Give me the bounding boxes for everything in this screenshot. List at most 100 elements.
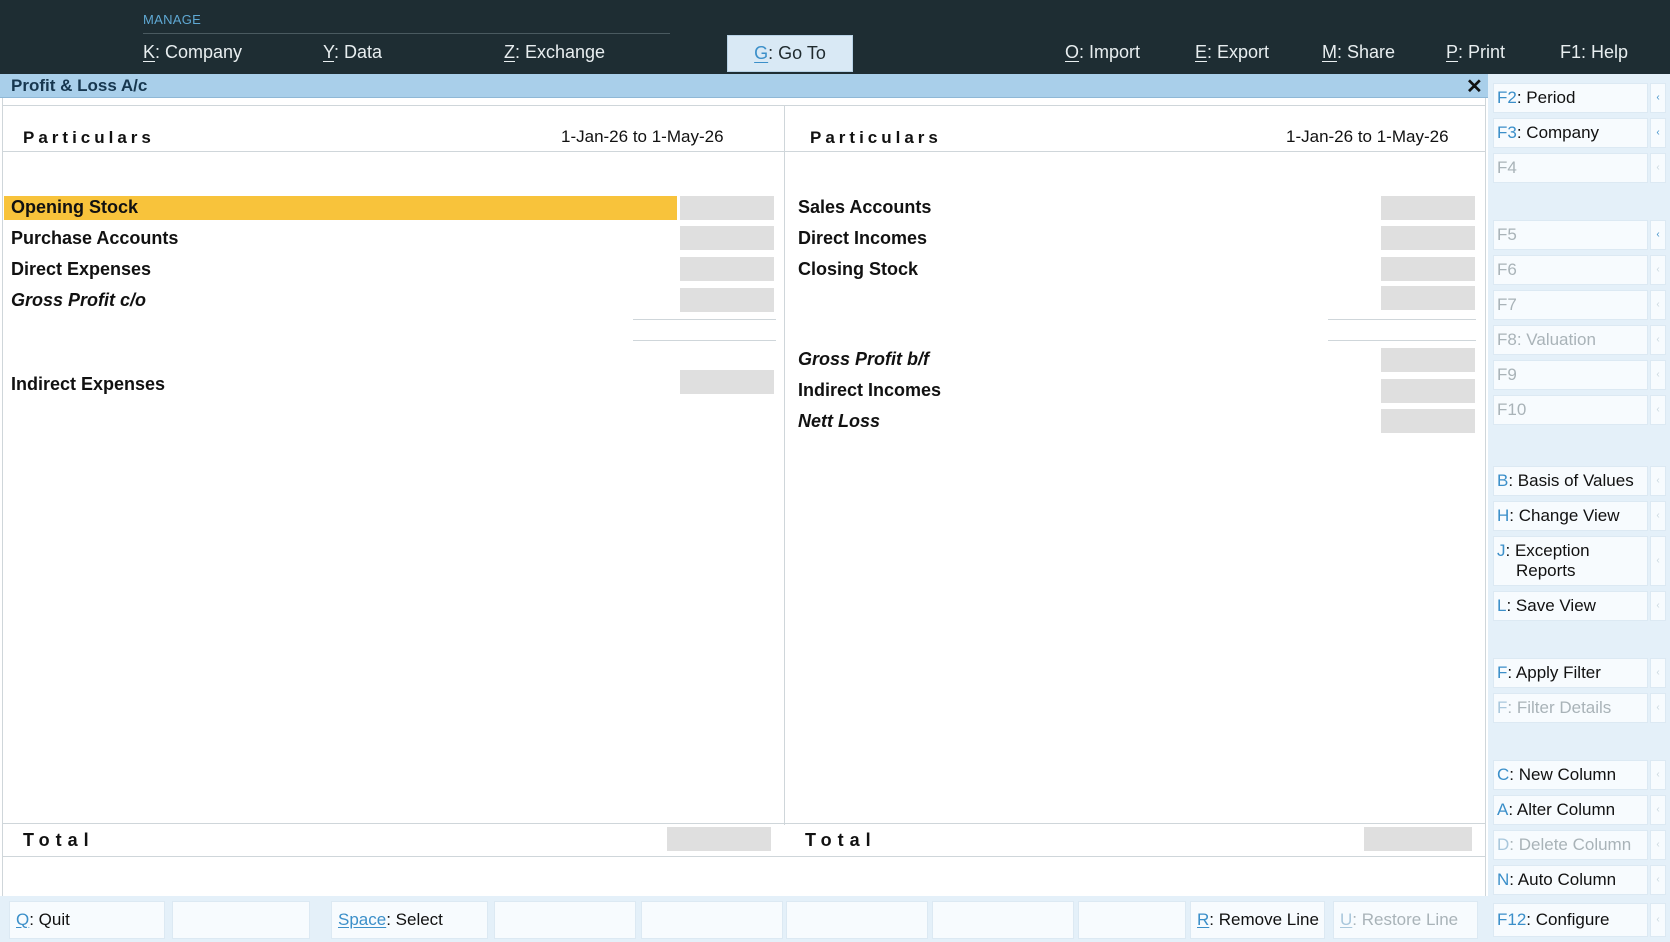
btn-key: H [1497, 506, 1510, 525]
chevron-left-icon: ‹ [1650, 591, 1666, 621]
column-divider [784, 105, 785, 825]
chevron-left-icon: ‹ [1650, 255, 1666, 285]
right-row-closing-stock[interactable]: Closing Stock [798, 259, 918, 280]
left-row-direct-expenses[interactable]: Direct Expenses [11, 259, 151, 280]
btn-key: J [1497, 541, 1506, 560]
menu-key: M [1322, 42, 1337, 62]
menu-label: : Company [155, 42, 243, 62]
menu-import[interactable]: O: Import [1065, 42, 1140, 63]
btn-key: F5 [1497, 225, 1517, 244]
btn-key: N [1497, 870, 1510, 889]
side-btn-new-column[interactable]: C: New Column [1493, 760, 1648, 790]
right-particulars-header: Particulars [810, 128, 942, 147]
select-button[interactable]: Space: Select [331, 901, 488, 939]
menu-key: Y [323, 42, 335, 62]
chevron-left-icon: ‹ [1650, 658, 1666, 688]
menu-label: : Import [1079, 42, 1141, 62]
chevron-left-icon: ‹ [1650, 501, 1666, 531]
right-total-label: Total [805, 830, 877, 850]
right-period: 1-Jan-26 to 1-May-26 [1286, 127, 1449, 146]
total-top-line [2, 823, 1486, 824]
chevron-left-icon: ‹ [1650, 290, 1666, 320]
side-btn-apply-filter[interactable]: F: Apply Filter [1493, 658, 1648, 688]
side-btn-company[interactable]: F3: Company [1493, 118, 1648, 148]
side-btn-f9[interactable]: F9 [1493, 360, 1648, 390]
side-btn-auto-column[interactable]: N: Auto Column [1493, 865, 1648, 895]
side-btn-f7[interactable]: F7 [1493, 290, 1648, 320]
empty-button-slot [1078, 901, 1186, 939]
btn-key: F3 [1497, 123, 1517, 142]
side-btn-exception-reports[interactable]: J: Exception Reports [1493, 536, 1648, 586]
restore-line-button[interactable]: U: Restore Line [1333, 901, 1478, 939]
side-btn-configure[interactable]: F12: Configure [1493, 903, 1648, 937]
right-row-nett-loss[interactable]: Nett Loss [798, 411, 880, 432]
value-cell [680, 257, 774, 281]
header-top-line [2, 105, 1486, 106]
btn-label: : Delete Column [1509, 835, 1632, 854]
btn-key: C [1497, 765, 1510, 784]
right-row-indirect-incomes[interactable]: Indirect Incomes [798, 380, 941, 401]
menu-print[interactable]: P: Print [1446, 42, 1505, 63]
menu-label: : Export [1207, 42, 1270, 62]
side-btn-f10[interactable]: F10 [1493, 395, 1648, 425]
menu-key: O [1065, 42, 1080, 62]
menu-data[interactable]: Y: Data [323, 42, 382, 63]
menu-help[interactable]: F1: Help [1560, 42, 1628, 63]
close-icon[interactable]: ✕ [1466, 74, 1483, 99]
menu-label: : Exchange [515, 42, 606, 62]
menu-share[interactable]: M: Share [1322, 42, 1395, 63]
chevron-left-icon: ‹ [1650, 153, 1666, 183]
chevron-left-icon: ‹ [1650, 693, 1666, 723]
menu-key: G [754, 43, 769, 63]
right-row-gross-profit-bf[interactable]: Gross Profit b/f [798, 349, 929, 370]
menu-exchange[interactable]: Z: Exchange [504, 42, 605, 63]
menu-label: : Data [334, 42, 383, 62]
btn-key: F12 [1497, 910, 1527, 929]
btn-key: F8 [1497, 330, 1517, 349]
total-bottom-line [2, 856, 1486, 857]
value-cell [680, 226, 774, 250]
btn-label: : Basis of Values [1508, 471, 1634, 490]
quit-button[interactable]: Q: Quit [9, 901, 165, 939]
side-btn-f6[interactable]: F6 [1493, 255, 1648, 285]
value-cell [680, 288, 774, 312]
left-row-opening-stock[interactable]: Opening Stock [11, 197, 138, 218]
chevron-left-icon: ‹ [1650, 395, 1666, 425]
left-period: 1-Jan-26 to 1-May-26 [561, 127, 724, 146]
menu-key: F1 [1560, 42, 1582, 62]
btn-label: : New Column [1509, 765, 1617, 784]
value-cell [1381, 196, 1475, 220]
side-btn-delete-column[interactable]: D: Delete Column [1493, 830, 1648, 860]
side-btn-change-view[interactable]: H: Change View [1493, 501, 1648, 531]
btn-key: F9 [1497, 365, 1517, 384]
menu-export[interactable]: E: Export [1195, 42, 1269, 63]
btn-key: F2 [1497, 88, 1517, 107]
left-row-gross-profit-co[interactable]: Gross Profit c/o [11, 290, 146, 311]
side-btn-save-view[interactable]: L: Save View [1493, 591, 1648, 621]
menu-goto-button[interactable]: G: Go To [727, 35, 853, 72]
chevron-left-icon: ‹ [1650, 760, 1666, 790]
chevron-left-icon: ‹ [1650, 830, 1666, 860]
right-row-direct-incomes[interactable]: Direct Incomes [798, 228, 927, 249]
side-btn-filter-details[interactable]: F: Filter Details [1493, 693, 1648, 723]
left-row-indirect-expenses[interactable]: Indirect Expenses [11, 374, 165, 395]
side-btn-valuation[interactable]: F8: Valuation [1493, 325, 1648, 355]
left-row-purchase-accounts[interactable]: Purchase Accounts [11, 228, 178, 249]
subtotal-line [633, 319, 776, 320]
side-btn-f4[interactable]: F4 [1493, 153, 1648, 183]
menu-key: P [1446, 42, 1459, 62]
menu-company[interactable]: K: Company [143, 42, 242, 63]
side-btn-f5[interactable]: F5 [1493, 220, 1648, 250]
menu-label: : Share [1337, 42, 1396, 62]
btn-key: F6 [1497, 260, 1517, 279]
value-cell [1381, 409, 1475, 433]
right-row-sales-accounts[interactable]: Sales Accounts [798, 197, 931, 218]
side-btn-period[interactable]: F2: Period [1493, 83, 1648, 113]
value-cell [1381, 226, 1475, 250]
btn-label: : Restore Line [1352, 910, 1459, 929]
side-btn-alter-column[interactable]: A: Alter Column [1493, 795, 1648, 825]
remove-line-button[interactable]: R: Remove Line [1190, 901, 1325, 939]
side-btn-basis-of-values[interactable]: B: Basis of Values [1493, 466, 1648, 496]
top-menu-bar: MANAGE K: Company Y: Data Z: Exchange G:… [0, 0, 1670, 74]
btn-label: : Save View [1506, 596, 1596, 615]
